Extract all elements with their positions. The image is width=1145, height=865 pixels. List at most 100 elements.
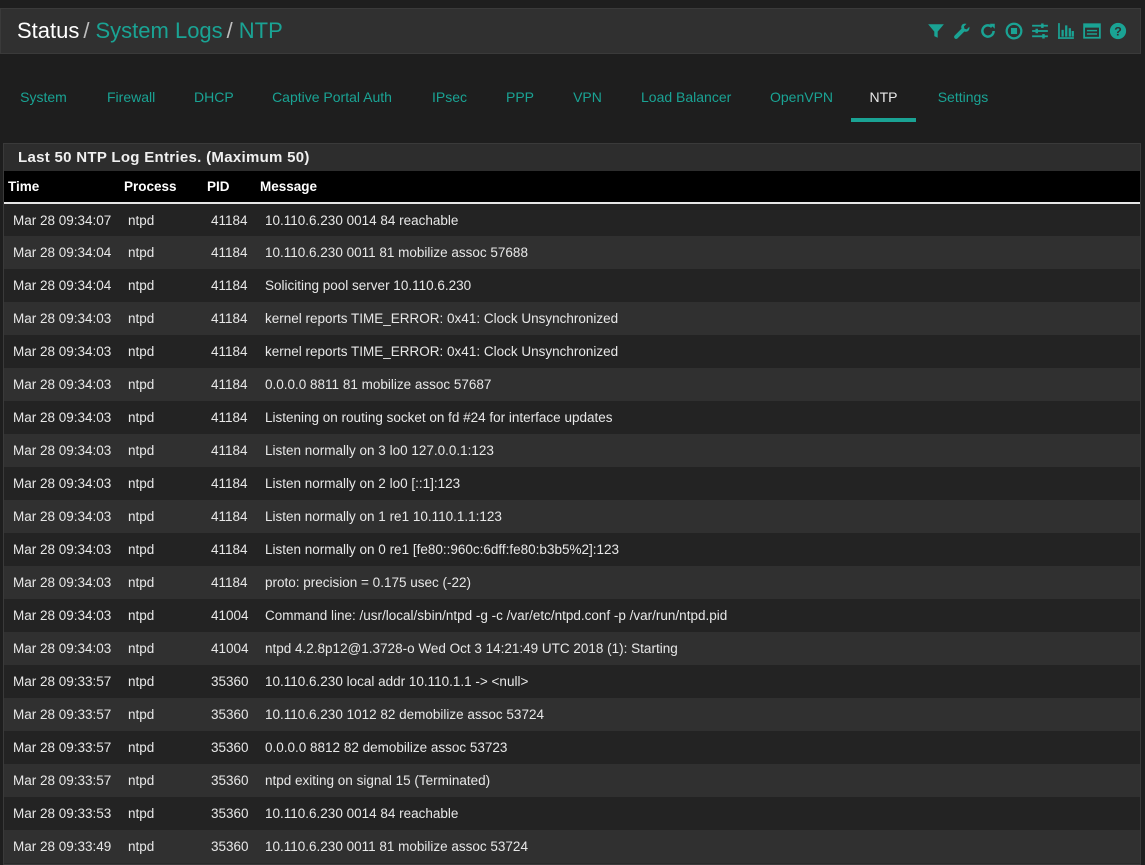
tab-ppp[interactable]: PPP — [506, 70, 534, 124]
cell-process: ntpd — [128, 707, 155, 722]
cell-time: Mar 28 09:34:03 — [13, 410, 112, 425]
cell-pid: 35360 — [211, 773, 249, 788]
cell-message: Listen normally on 2 lo0 [::1]:123 — [265, 476, 461, 491]
cell-pid: 41184 — [211, 509, 248, 524]
cell-pid: 41184 — [211, 542, 248, 557]
cell-time: Mar 28 09:33:49 — [13, 839, 112, 854]
cell-message: 0.0.0.0 8812 82 demobilize assoc 53723 — [265, 740, 508, 755]
column-header-message: Message — [260, 179, 318, 194]
tab-ntp[interactable]: NTP — [851, 70, 916, 124]
breadcrumb: Status / System Logs / NTP — [17, 17, 283, 45]
cell-process: ntpd — [128, 575, 155, 590]
tab-system[interactable]: System — [20, 70, 67, 124]
cell-pid: 41184 — [211, 344, 248, 359]
cell-process: ntpd — [128, 344, 155, 359]
column-header-pid: PID — [207, 179, 230, 194]
cell-process: ntpd — [128, 212, 155, 228]
table-header-row: Time Process PID Message — [4, 171, 1140, 203]
tab-load-balancer[interactable]: Load Balancer — [641, 70, 731, 124]
cell-message: Listen normally on 0 re1 [fe80::960c:6df… — [265, 542, 619, 557]
breadcrumb-system-logs[interactable]: System Logs — [96, 18, 223, 43]
cell-time: Mar 28 09:34:07 — [13, 212, 112, 228]
tab-vpn[interactable]: VPN — [573, 70, 602, 124]
cell-message: proto: precision = 0.175 usec (-22) — [265, 575, 471, 590]
help-icon[interactable]: ? — [1108, 21, 1128, 41]
cell-pid: 41184 — [211, 575, 248, 590]
cell-process: ntpd — [128, 410, 155, 425]
cell-process: ntpd — [128, 674, 155, 689]
cell-pid: 35360 — [211, 806, 249, 821]
breadcrumb-status: Status — [17, 18, 80, 43]
tab-settings[interactable]: Settings — [937, 70, 989, 124]
cell-message: Soliciting pool server 10.110.6.230 — [265, 278, 472, 293]
tab-openvpn[interactable]: OpenVPN — [770, 70, 833, 124]
cell-process: ntpd — [128, 245, 155, 260]
cell-pid: 35360 — [211, 674, 249, 689]
cell-pid: 41184 — [211, 212, 248, 228]
cell-process: ntpd — [128, 377, 155, 392]
cell-time: Mar 28 09:34:04 — [13, 278, 112, 293]
column-header-time: Time — [8, 179, 40, 194]
cell-time: Mar 28 09:34:03 — [13, 344, 112, 359]
cell-process: ntpd — [128, 443, 155, 458]
cell-time: Mar 28 09:34:03 — [13, 509, 112, 524]
tab-firewall[interactable]: Firewall — [107, 70, 155, 124]
cell-time: Mar 28 09:34:03 — [13, 542, 112, 557]
cell-message: 10.110.6.230 0014 84 reachable — [265, 806, 459, 821]
cell-process: ntpd — [128, 278, 155, 293]
log-tabs: System Firewall DHCP Captive Portal Auth… — [0, 70, 1145, 126]
cell-process: ntpd — [128, 773, 155, 788]
cell-time: Mar 28 09:33:57 — [13, 707, 112, 722]
cell-time: Mar 28 09:34:03 — [13, 476, 112, 491]
table-row: Mar 28 09:34:03 ntpd 41184 Listening on rou… — [4, 401, 1140, 434]
list-icon[interactable] — [1082, 21, 1102, 41]
table-row: Mar 28 09:34:03 ntpd 41184 Listen normally … — [4, 467, 1140, 500]
cell-message: Listen normally on 1 re1 10.110.1.1:123 — [265, 509, 502, 524]
cell-process: ntpd — [128, 608, 155, 623]
cell-process: ntpd — [128, 641, 155, 656]
cell-time: Mar 28 09:34:04 — [13, 245, 112, 260]
table-row: Mar 28 09:34:04 ntpd 41184 Soliciting pool … — [4, 269, 1140, 302]
tab-dhcp[interactable]: DHCP — [194, 70, 234, 124]
tab-captive-portal-auth[interactable]: Captive Portal Auth — [272, 70, 392, 124]
table-row: Mar 28 09:34:03 ntpd 41184 kernel reports T… — [4, 302, 1140, 335]
sliders-icon[interactable] — [1030, 21, 1050, 41]
table-row: Mar 28 09:33:57 ntpd 35360 10.110.6.230 101… — [4, 698, 1140, 731]
wrench-icon[interactable] — [952, 21, 972, 41]
cell-time: Mar 28 09:34:03 — [13, 575, 112, 590]
cell-time: Mar 28 09:34:03 — [13, 608, 112, 623]
cell-pid: 41184 — [211, 311, 248, 326]
cell-process: ntpd — [128, 839, 155, 854]
table-row: Mar 28 09:34:03 ntpd 41004 Command line: /u… — [4, 599, 1140, 632]
cell-message: Listen normally on 3 lo0 127.0.0.1:123 — [265, 443, 494, 458]
column-header-process: Process — [124, 179, 177, 194]
cell-time: Mar 28 09:34:03 — [13, 443, 112, 458]
filter-icon[interactable] — [926, 21, 946, 41]
cell-message: 10.110.6.230 0011 81 mobilize assoc 5372… — [265, 839, 528, 854]
cell-time: Mar 28 09:33:57 — [13, 674, 112, 689]
table-row: Mar 28 09:34:03 ntpd 41184 Listen normally … — [4, 533, 1140, 566]
cell-message: 10.110.6.230 0011 81 mobilize assoc 5768… — [265, 245, 528, 260]
cell-message: kernel reports TIME_ERROR: 0x41: Clock U… — [265, 344, 619, 359]
table-row: Mar 28 09:33:53 ntpd 35360 10.110.6.230 001… — [4, 797, 1140, 830]
refresh-icon[interactable] — [978, 21, 998, 41]
cell-pid: 41184 — [211, 278, 248, 293]
breadcrumb-separator: / — [83, 18, 90, 43]
table-row: Mar 28 09:33:57 ntpd 35360 10.110.6.230 loc… — [4, 665, 1140, 698]
log-table: Time Process PID Message Mar 28 09:34:07… — [4, 171, 1140, 863]
cell-pid: 41184 — [211, 410, 248, 425]
cell-pid: 35360 — [211, 740, 249, 755]
cell-time: Mar 28 09:34:03 — [13, 641, 112, 656]
cell-time: Mar 28 09:33:57 — [13, 773, 112, 788]
breadcrumb-separator: / — [226, 18, 233, 43]
table-row: Mar 28 09:34:03 ntpd 41184 Listen normally … — [4, 434, 1140, 467]
cell-pid: 35360 — [211, 707, 249, 722]
tab-ipsec[interactable]: IPsec — [432, 70, 467, 124]
bar-chart-icon[interactable] — [1056, 21, 1076, 41]
cell-process: ntpd — [128, 806, 155, 821]
cell-process: ntpd — [128, 311, 155, 326]
breadcrumb-ntp[interactable]: NTP — [239, 18, 283, 43]
cell-message: 10.110.6.230 1012 82 demobilize assoc 53… — [265, 707, 544, 722]
stop-icon[interactable] — [1004, 21, 1024, 41]
table-body: Mar 28 09:34:07 ntpd 41184 10.110.6.230 001… — [4, 203, 1140, 863]
